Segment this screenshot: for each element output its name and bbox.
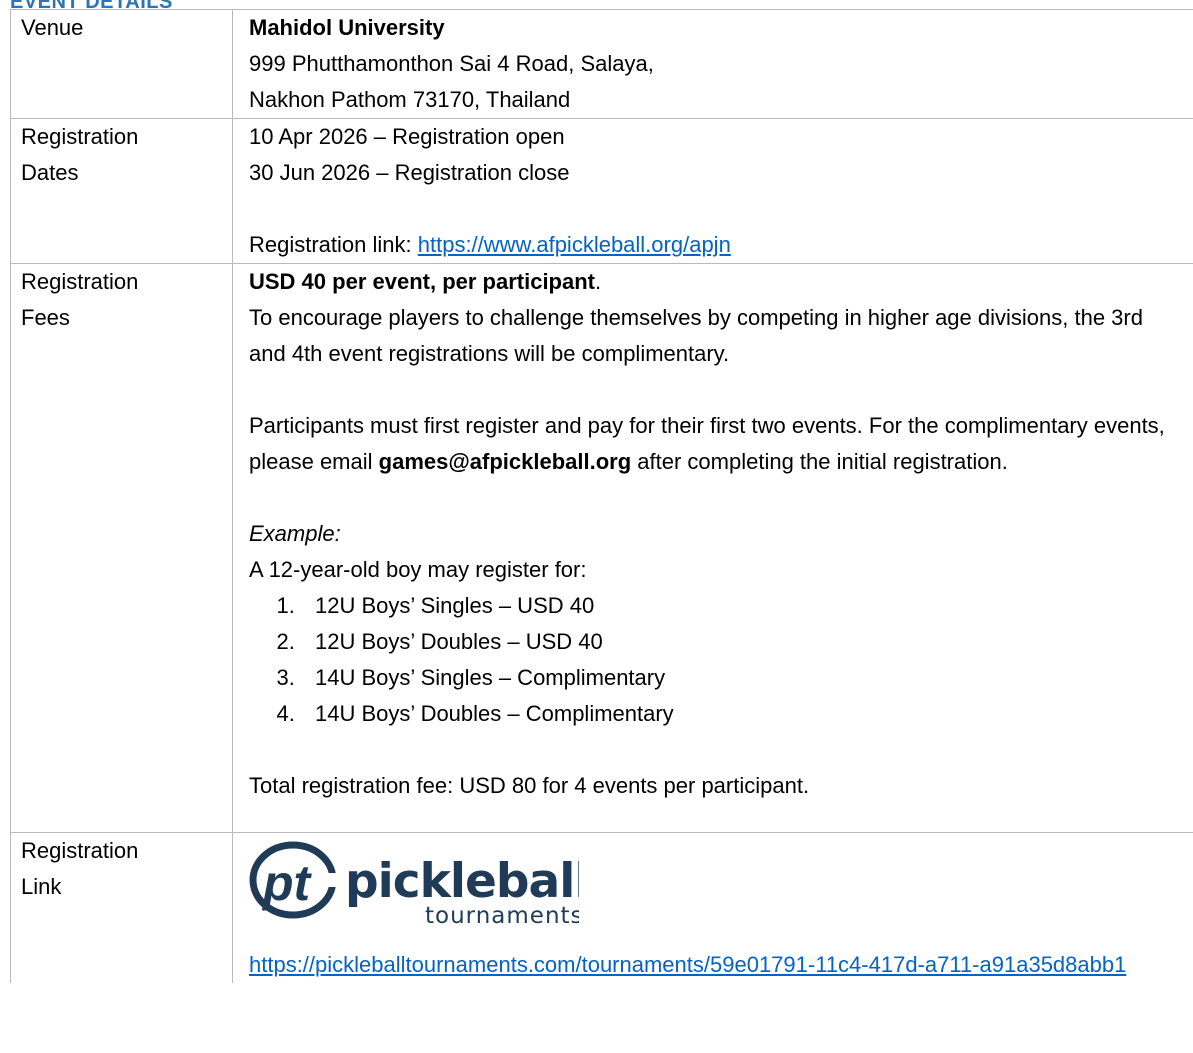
event-item: 14U Boys’ Singles – Complimentary [301,660,1193,696]
encourage-text: To encourage players to challenge themse… [249,305,1143,366]
fees-label-line1: Registration [21,269,139,294]
fees-value: USD 40 per event, per participant. To en… [232,263,1193,833]
link-label-line1: Registration [21,838,139,863]
event-item: 12U Boys’ Singles – USD 40 [301,588,1193,624]
dates-label-line1: Registration [21,124,139,149]
venue-name: Mahidol University [249,15,445,40]
registration-link-prefix: Registration link: [249,232,418,257]
link-value: pt pickleball tournaments https://pickle… [232,832,1193,983]
dates-row: Registration Dates 10 Apr 2026 – Registr… [10,118,1193,264]
registration-link-line: Registration link: https://www.afpickleb… [249,227,1193,263]
logo-sub: tournaments [425,903,579,929]
registration-open-date: 10 Apr 2026 – Registration open [249,124,565,149]
venue-value: Mahidol University 999 Phutthamonthon Sa… [232,9,1193,119]
fees-row: Registration Fees USD 40 per event, per … [10,263,1193,833]
logo-word: pickleball [345,854,579,909]
fees-label-line2: Fees [21,305,70,330]
total-fee-text: Total registration fee: USD 80 for 4 eve… [249,773,810,798]
venue-label: Venue [10,9,233,119]
event-item: 12U Boys’ Doubles – USD 40 [301,624,1193,660]
example-events-list: 12U Boys’ Singles – USD 40 12U Boys’ Dou… [249,588,1193,732]
registration-close-date: 30 Jun 2026 – Registration close [249,160,570,185]
example-intro: A 12-year-old boy may register for: [249,557,587,582]
dates-value: 10 Apr 2026 – Registration open 30 Jun 2… [232,118,1193,264]
link-row: Registration Link pt pickleball tourname… [10,832,1193,983]
venue-row: Venue Mahidol University 999 Phutthamont… [10,9,1193,119]
fees-label: Registration Fees [10,263,233,833]
venue-address-line2: Nakhon Pathom 73170, Thailand [249,87,571,112]
event-item: 14U Boys’ Doubles – Complimentary [301,696,1193,732]
registration-link[interactable]: https://www.afpickleball.org/apjn [418,232,731,257]
example-label: Example: [249,521,341,546]
logo-letters: pt [261,855,313,911]
dates-label: Registration Dates [10,118,233,264]
tournament-link[interactable]: https://pickleballtournaments.com/tourna… [249,947,1193,983]
complimentary-instructions: Participants must first register and pay… [249,408,1193,480]
event-details-table: Venue Mahidol University 999 Phutthamont… [10,9,1193,983]
dates-label-line2: Dates [21,160,79,185]
venue-address-line1: 999 Phutthamonthon Sai 4 Road, Salaya, [249,51,654,76]
fee-line: USD 40 per event, per participant. [249,264,1193,300]
fee-period: . [595,269,602,294]
link-label: Registration Link [10,832,233,983]
contact-email: games@afpickleball.org [378,449,632,474]
fee-amount: USD 40 per event, per participant [249,269,595,294]
link-label-line2: Link [21,874,62,899]
after-text: after completing the initial registratio… [631,449,1008,474]
pickleball-tournaments-logo: pt pickleball tournaments [249,841,579,929]
